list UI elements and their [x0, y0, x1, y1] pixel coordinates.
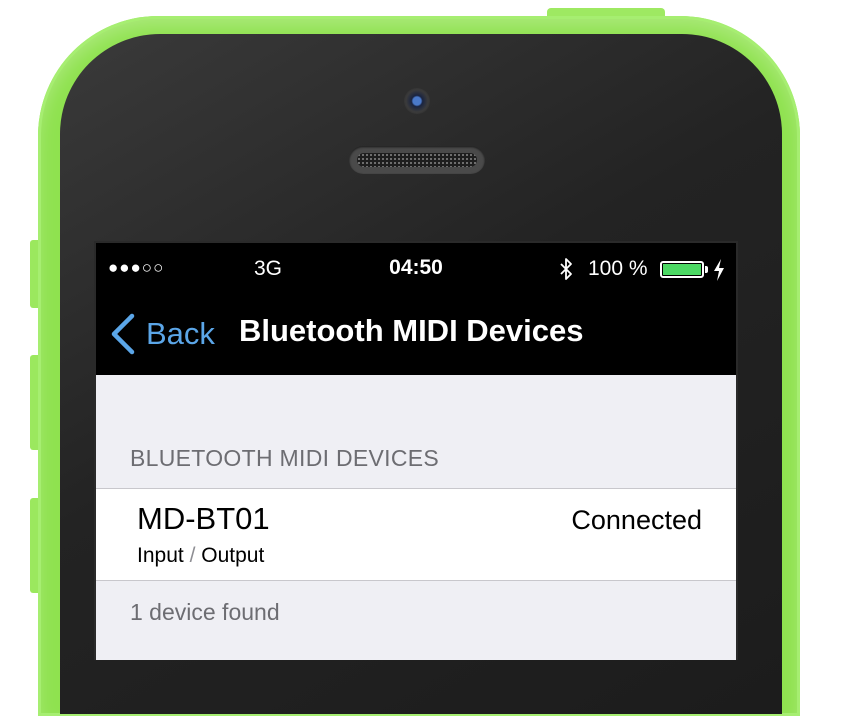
- section-header: BLUETOOTH MIDI DEVICES: [130, 445, 440, 471]
- chevron-left-icon: [111, 313, 135, 355]
- connection-status: Connected: [571, 505, 702, 535]
- page-title: Bluetooth MIDI Devices: [239, 313, 584, 348]
- charging-bolt-icon: [714, 259, 724, 281]
- device-io-input: Input: [137, 544, 184, 567]
- phone-screen: ●●●○○ 3G 04:50 100 % Back Bluetooth MIDI…: [94, 241, 738, 660]
- back-button[interactable]: Back: [110, 311, 215, 357]
- device-name: MD-BT01: [137, 501, 270, 536]
- battery-icon: [660, 261, 704, 278]
- earpiece-speaker: [349, 146, 485, 174]
- back-button-label: Back: [146, 316, 215, 351]
- battery-percentage: 100 %: [588, 257, 648, 280]
- status-bar: ●●●○○ 3G 04:50 100 %: [96, 243, 736, 299]
- device-count-footer: 1 device found: [130, 599, 280, 625]
- device-io-output: Output: [201, 544, 265, 567]
- device-io-separator: /: [189, 544, 196, 567]
- front-camera: [404, 88, 430, 114]
- device-io-label: Input / Output: [137, 544, 264, 568]
- list-item-device[interactable]: MD-BT01 Input / Output Connected: [96, 488, 736, 581]
- battery-tip: [705, 266, 708, 273]
- navigation-bar: Back Bluetooth MIDI Devices: [96, 299, 736, 375]
- bluetooth-icon: [560, 258, 572, 280]
